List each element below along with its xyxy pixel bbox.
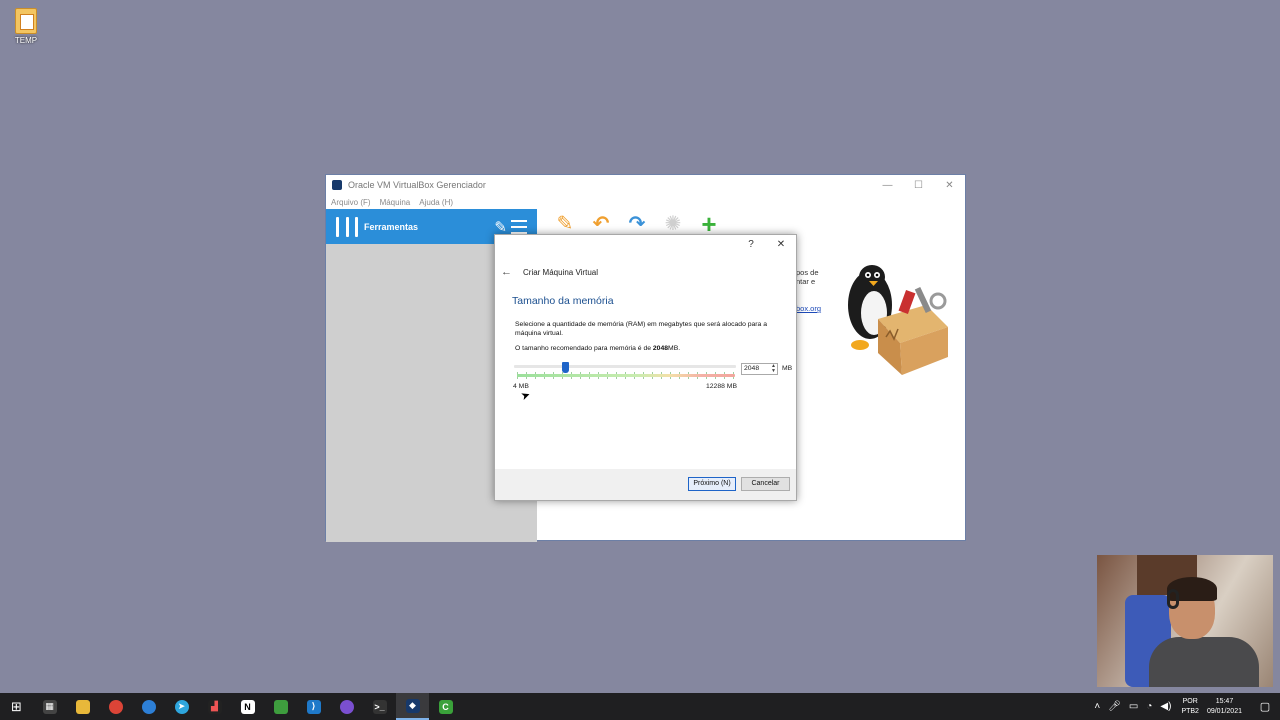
desktop-icon-temp[interactable]: TEMP: [10, 8, 42, 45]
language-indicator[interactable]: POR PTB2: [1181, 697, 1199, 717]
terminal-icon[interactable]: >_: [363, 693, 396, 720]
folder-icon: [15, 8, 37, 34]
telegram-icon[interactable]: ➤: [165, 693, 198, 720]
wrench-icon[interactable]: ✎: [554, 213, 576, 235]
notification-icon[interactable]: ▢: [1254, 700, 1276, 713]
tools-icon: [336, 216, 358, 237]
menu-ajuda[interactable]: Ajuda (H): [419, 198, 453, 207]
volume-icon[interactable]: ◀): [1160, 701, 1171, 712]
obs-icon[interactable]: [330, 693, 363, 720]
desktop-icon-label: TEMP: [14, 36, 38, 45]
penguin-toolbox-icon: [848, 265, 948, 375]
memory-unit: MB: [782, 365, 793, 372]
cancel-button[interactable]: Cancelar: [741, 477, 790, 491]
mouse-cursor-icon: ➤: [519, 388, 533, 404]
page-heading: Tamanho da memória: [512, 295, 614, 307]
start-button[interactable]: ⊞: [0, 693, 33, 720]
camtasia-icon[interactable]: C: [429, 693, 462, 720]
editor-icon[interactable]: [264, 693, 297, 720]
taskbar-icons: ⊞ ▦ ➤ ▟ N ⟩ >_ ◆ C: [0, 693, 462, 720]
recommended-memory-text: O tamanho recomendado para memória é de …: [515, 345, 681, 352]
menu-bar: Arquivo (F) Máquina Ajuda (H): [326, 195, 965, 209]
list-menu-icon[interactable]: [511, 219, 527, 234]
chart-app-icon[interactable]: ▟: [198, 693, 231, 720]
memory-slider[interactable]: [514, 362, 736, 380]
slider-track: [514, 365, 736, 368]
chrome-icon[interactable]: [99, 693, 132, 720]
help-button[interactable]: ?: [736, 239, 766, 250]
chevron-up-icon[interactable]: ˄: [1094, 701, 1100, 712]
taskbar: ⊞ ▦ ➤ ▟ N ⟩ >_ ◆ C ˄ 🎤︎ ▭ ◔ ◀) POR PTB2 …: [0, 693, 1280, 720]
edge-icon[interactable]: [132, 693, 165, 720]
welcome-text: pos de ntar e: [796, 268, 819, 286]
main-toolbar: ✎ ↶ ↷ ✺ +: [554, 211, 720, 237]
maximize-button[interactable]: ☐: [903, 180, 934, 191]
webcam-overlay: [1097, 555, 1273, 687]
system-tray: ˄ 🎤︎ ▭ ◔ ◀) POR PTB2 15:47 09/01/2021 ▢: [1090, 693, 1280, 720]
minimize-button[interactable]: —: [872, 180, 903, 191]
create-vm-dialog: ? ✕ ← Criar Máquina Virtual Tamanho da m…: [494, 234, 797, 501]
next-button[interactable]: Próximo (N): [688, 477, 736, 491]
notion-icon[interactable]: N: [231, 693, 264, 720]
window-titlebar[interactable]: Oracle VM VirtualBox Gerenciador — ☐ ✕: [326, 175, 965, 195]
vscode-icon[interactable]: ⟩: [297, 693, 330, 720]
slider-thumb[interactable]: [561, 362, 569, 373]
gear-icon[interactable]: ✺: [662, 213, 684, 235]
pin-icon[interactable]: ✎: [494, 218, 507, 236]
dialog-controls: ? ✕: [736, 239, 796, 250]
close-button[interactable]: ✕: [934, 180, 965, 191]
headset-icon: [1167, 589, 1179, 609]
import-icon[interactable]: ↶: [590, 213, 612, 235]
dialog-footer: Próximo (N) Cancelar: [495, 469, 796, 500]
dialog-header: ← Criar Máquina Virtual: [501, 266, 598, 278]
clock-date: 09/01/2021: [1206, 707, 1242, 715]
add-icon[interactable]: +: [698, 211, 720, 237]
dialog-title: Criar Máquina Virtual: [523, 267, 598, 277]
window-controls: — ☐ ✕: [872, 180, 965, 191]
virtualbox-app-icon: [332, 180, 342, 190]
slider-max-label: 12288 MB: [706, 383, 737, 390]
wifi-icon[interactable]: ◔: [1146, 701, 1152, 712]
window-title: Oracle VM VirtualBox Gerenciador: [348, 180, 486, 190]
tools-label: Ferramentas: [364, 221, 419, 232]
clock[interactable]: 15:47 09/01/2021: [1207, 697, 1242, 717]
menu-arquivo[interactable]: Arquivo (F): [331, 198, 371, 207]
welcome-link[interactable]: box.org: [796, 304, 821, 313]
back-arrow-icon[interactable]: ←: [501, 266, 512, 278]
file-explorer-icon[interactable]: [66, 693, 99, 720]
recommended-memory-value: 2048: [652, 345, 669, 352]
clock-time: 15:47: [1215, 697, 1234, 705]
memory-spinbox[interactable]: 2048 ▲ ▼: [741, 363, 778, 375]
dialog-close-button[interactable]: ✕: [766, 239, 796, 250]
virtualbox-taskbar-icon[interactable]: ◆: [396, 693, 429, 720]
battery-icon[interactable]: ▭: [1129, 701, 1138, 712]
slider-scale: [517, 374, 735, 377]
export-icon[interactable]: ↷: [626, 213, 648, 235]
menu-maquina[interactable]: Máquina: [380, 198, 411, 207]
memory-description: Selecione a quantidade de memória (RAM) …: [515, 321, 768, 337]
spin-arrows-icon[interactable]: ▲ ▼: [771, 364, 776, 374]
memory-spin-value: 2048: [744, 365, 760, 372]
store-icon[interactable]: ▦: [33, 693, 66, 720]
microphone-icon[interactable]: 🎤︎: [1108, 701, 1121, 712]
